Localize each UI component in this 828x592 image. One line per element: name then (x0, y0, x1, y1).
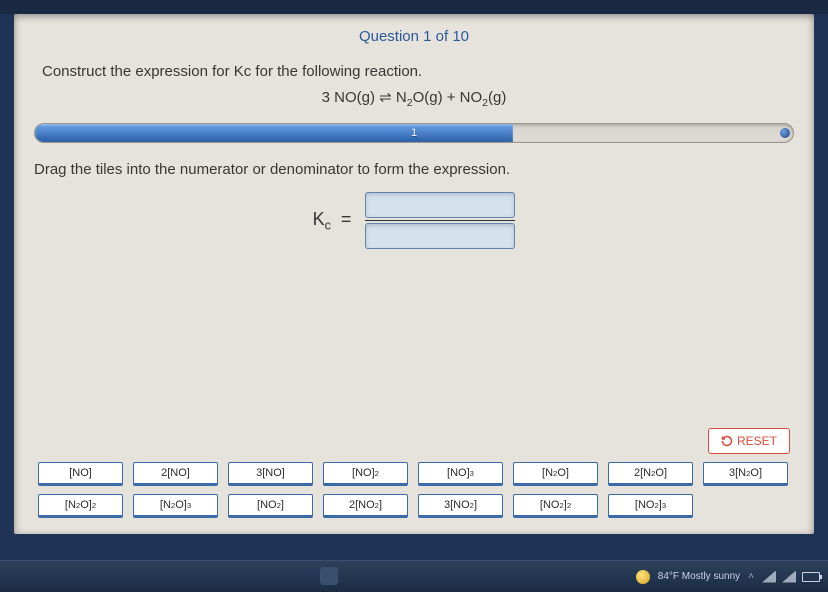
progress-bar[interactable]: 1 (34, 123, 794, 143)
chevron-up-icon[interactable]: ˄ (748, 571, 754, 582)
reaction-equation: 3 NO(g) ⇌ N2O(g) + NO2(g) (14, 86, 814, 123)
kc-symbol: Kc = (313, 209, 352, 233)
denominator-dropzone[interactable] (365, 223, 515, 249)
tile[interactable]: 2[N2O] (608, 462, 693, 486)
taskbar: 84°F Mostly sunny ˄ (0, 560, 828, 592)
tile[interactable]: [NO]2 (323, 462, 408, 486)
tiles-container: [NO] 2[NO] 3[NO] [NO]2 [NO]3 [N2O] 2[N2O… (14, 462, 814, 534)
progress-handle-icon (780, 128, 790, 138)
tile[interactable]: 3[NO2] (418, 494, 503, 518)
question-counter: Question 1 of 10 (14, 14, 814, 63)
taskbar-app-icon[interactable] (320, 567, 338, 585)
tile[interactable]: [N2O]3 (133, 494, 218, 518)
reset-label: RESET (737, 434, 777, 448)
tile[interactable]: 2[NO] (133, 462, 218, 486)
tile[interactable]: [NO] (38, 462, 123, 486)
tile[interactable]: [N2O] (513, 462, 598, 486)
weather-icon (636, 570, 650, 584)
numerator-dropzone[interactable] (365, 192, 515, 218)
tile[interactable]: 3[NO] (228, 462, 313, 486)
progress-label: 1 (411, 127, 417, 139)
tile[interactable]: [NO]3 (418, 462, 503, 486)
speaker-icon[interactable] (782, 571, 796, 583)
tile[interactable]: 3[N2O] (703, 462, 788, 486)
battery-icon[interactable] (802, 572, 820, 582)
prompt-text: Construct the expression for Kc for the … (14, 63, 814, 86)
expression-fraction (365, 192, 515, 249)
reset-icon (721, 435, 733, 447)
instruction-text: Drag the tiles into the numerator or den… (14, 153, 814, 192)
tile[interactable]: [NO2]2 (513, 494, 598, 518)
fraction-line (365, 220, 515, 221)
tile[interactable]: [NO2] (228, 494, 313, 518)
tile-row-2: [N2O]2 [N2O]3 [NO2] 2[NO2] 3[NO2] [NO2]2… (38, 494, 790, 518)
tile[interactable]: [N2O]2 (38, 494, 123, 518)
tile-row-1: [NO] 2[NO] 3[NO] [NO]2 [NO]3 [N2O] 2[N2O… (38, 462, 790, 486)
tile[interactable]: 2[NO2] (323, 494, 408, 518)
tile[interactable]: [NO2]3 (608, 494, 693, 518)
wifi-icon[interactable] (762, 571, 776, 583)
tray-icons[interactable] (762, 571, 820, 583)
weather-text[interactable]: 84°F Mostly sunny (658, 571, 740, 582)
reset-button[interactable]: RESET (708, 428, 790, 454)
